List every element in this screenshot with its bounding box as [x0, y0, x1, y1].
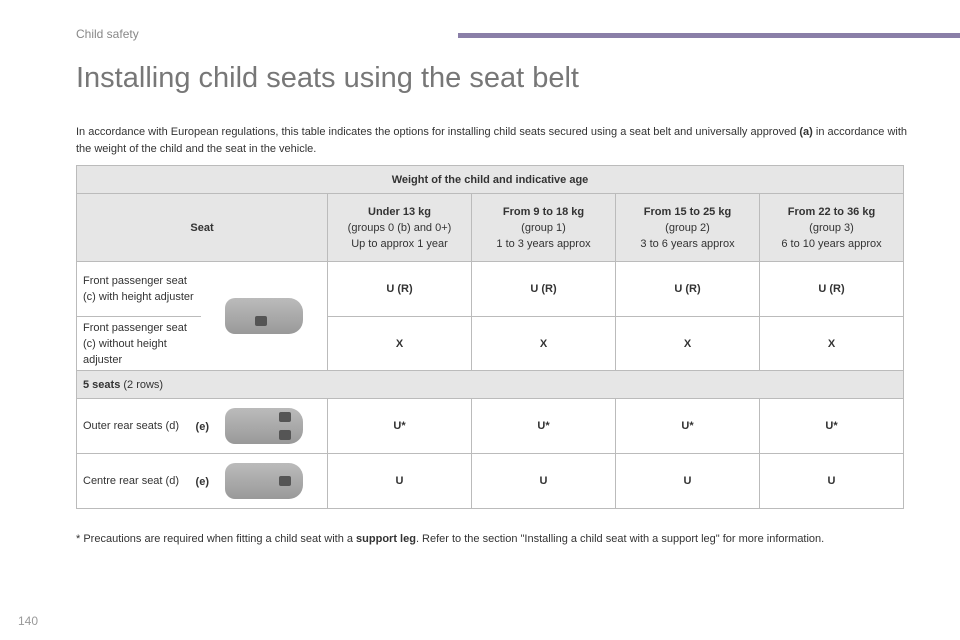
- cell-value: U: [471, 453, 616, 509]
- column-group: (group 3): [809, 221, 854, 234]
- header-bar: [458, 33, 960, 38]
- page-title: Installing child seats using the seat be…: [76, 62, 579, 94]
- cell-value-text: X: [539, 337, 548, 350]
- intro-ref: (a): [799, 126, 813, 138]
- section-header: Child safety: [76, 27, 139, 41]
- row-label: Outer rear seats (d) (e): [76, 398, 209, 454]
- cell-value: U (R): [759, 261, 904, 317]
- footnote: * Precautions are required when fitting …: [76, 531, 876, 547]
- cell-value: U (R): [471, 261, 616, 317]
- cell-value-text: U (R): [674, 283, 701, 295]
- cell-value: U: [759, 453, 904, 509]
- cell-value: U: [615, 453, 760, 509]
- car-image: [201, 398, 328, 454]
- cell-value: U: [327, 453, 472, 509]
- child-seat-table: Weight of the child and indicative age S…: [76, 165, 904, 509]
- row-note: (e): [195, 421, 209, 433]
- cell-value: X: [327, 316, 472, 371]
- cell-value: U*: [615, 398, 760, 454]
- section-row: 5 seats (2 rows): [76, 370, 904, 399]
- row-note: (e): [195, 476, 209, 488]
- intro-part: In accordance with European regulations,…: [76, 126, 800, 138]
- column-age: 1 to 3 years approx: [496, 237, 591, 250]
- page-number: 140: [18, 614, 39, 628]
- column-header: From 9 to 18 kg (group 1) 1 to 3 years app…: [471, 193, 616, 262]
- cell-value-text: U*: [537, 420, 550, 432]
- column-title: From 9 to 18 kg: [502, 205, 585, 218]
- row-label: Centre rear seat (d) (e): [76, 453, 209, 509]
- cell-value-text: U: [395, 475, 404, 487]
- cell-value: X: [615, 316, 760, 371]
- cell-value-text: U*: [825, 420, 838, 432]
- cell-value: X: [759, 316, 904, 371]
- cell-value-text: U (R): [818, 283, 845, 295]
- footnote-text: . Refer to the section "Installing a chi…: [415, 533, 825, 545]
- seat-header-text: Seat: [190, 221, 214, 234]
- column-age: 3 to 6 years approx: [640, 237, 735, 250]
- cell-value: U (R): [615, 261, 760, 317]
- column-title: From 15 to 25 kg: [643, 205, 732, 218]
- column-title: Under 13 kg: [368, 205, 431, 218]
- section-note: (2 rows): [123, 378, 164, 391]
- cell-value: U*: [759, 398, 904, 454]
- group-header: Weight of the child and indicative age: [76, 165, 904, 194]
- row-label: Front passenger seat (c) without height …: [76, 316, 201, 371]
- cell-value-text: X: [395, 337, 404, 350]
- seat-header: Seat: [76, 193, 328, 262]
- cell-value-text: U: [539, 475, 548, 487]
- cell-value-text: U (R): [386, 283, 413, 295]
- column-age: 6 to 10 years approx: [781, 237, 882, 250]
- cell-value: U*: [327, 398, 472, 454]
- column-header: Under 13 kg (groups 0 (b) and 0+) Up to ap…: [327, 193, 472, 262]
- cell-value-text: U*: [393, 420, 406, 432]
- cell-value-text: X: [683, 337, 692, 350]
- footnote-bold: support leg: [356, 533, 416, 545]
- cell-value-text: U*: [681, 420, 694, 432]
- footnote-text: * Precautions are required when fitting …: [76, 533, 357, 545]
- cell-value-text: U (R): [530, 283, 557, 295]
- column-header: From 15 to 25 kg (group 2) 3 to 6 years ap…: [615, 193, 760, 262]
- row-label-text: Outer rear seats (d): [83, 420, 179, 432]
- column-group: (groups 0 (b) and 0+): [347, 221, 452, 234]
- car-image: [201, 453, 328, 509]
- cell-value-text: U: [827, 475, 836, 487]
- section-label: 5 seats: [83, 378, 121, 391]
- cell-value-text: U: [683, 475, 692, 487]
- column-group: (group 1): [521, 221, 566, 234]
- cell-value-text: X: [827, 337, 836, 350]
- column-header: From 22 to 36 kg (group 3) 6 to 10 years a…: [759, 193, 904, 262]
- row-label-text: Centre rear seat (d): [83, 475, 179, 487]
- row-label: Front passenger seat (c) with height adj…: [76, 261, 201, 317]
- car-image: [201, 261, 328, 371]
- column-age: Up to approx 1 year: [351, 237, 448, 250]
- cell-value: X: [471, 316, 616, 371]
- group-header-text: Weight of the child and indicative age: [391, 173, 589, 186]
- column-title: From 22 to 36 kg: [787, 205, 876, 218]
- cell-value: U*: [471, 398, 616, 454]
- column-group: (group 2): [665, 221, 710, 234]
- cell-value: U (R): [327, 261, 472, 317]
- intro-text: In accordance with European regulations,…: [76, 124, 916, 158]
